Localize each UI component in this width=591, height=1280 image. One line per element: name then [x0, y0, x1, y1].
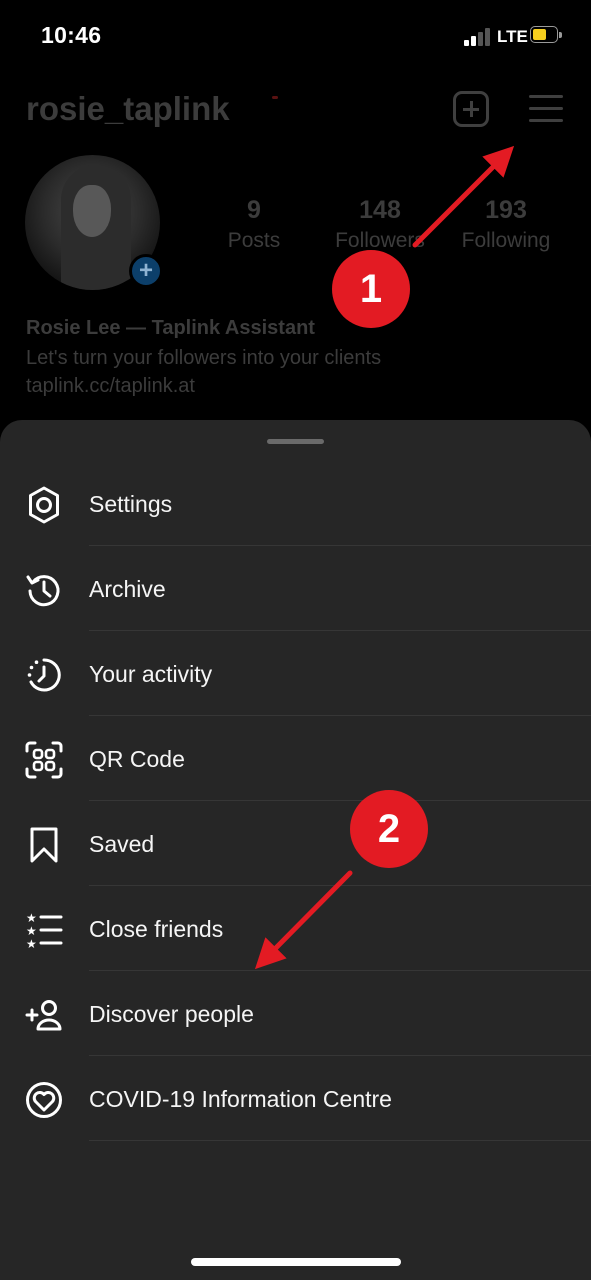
profile-username[interactable]: rosie_taplink: [26, 90, 230, 128]
menu-item-label: Archive: [89, 576, 166, 602]
menu-item-label: Your activity: [89, 661, 213, 687]
svg-text:★: ★: [26, 937, 37, 950]
settings-icon: [29, 486, 59, 524]
menu-item-discover-people[interactable]: Discover people: [0, 971, 591, 1056]
menu-item-close-friends[interactable]: ★ ★ ★ Close friends: [0, 886, 591, 971]
menu-item-settings[interactable]: Settings: [0, 461, 591, 546]
bio-name: Rosie Lee — Taplink Assistant: [26, 317, 315, 339]
menu-item-saved[interactable]: Saved: [0, 801, 591, 886]
menu-item-label: Saved: [89, 831, 155, 857]
add-post-icon[interactable]: [453, 91, 489, 127]
close-friends-icon: ★ ★ ★: [26, 911, 63, 950]
status-time: 10:46: [41, 22, 102, 48]
battery-icon: [530, 26, 562, 45]
stat-followers-label: Followers: [335, 229, 425, 252]
network-type: LTE: [497, 27, 528, 46]
menu-item-label: QR Code: [89, 746, 185, 772]
hamburger-menu-icon[interactable]: [529, 95, 563, 123]
add-story-icon[interactable]: +: [129, 254, 163, 288]
discover-people-icon: [25, 1000, 62, 1031]
menu-item-covid-info[interactable]: COVID-19 Information Centre: [0, 1056, 591, 1141]
menu-sheet: Settings Archive Your activity QR Code S…: [0, 420, 591, 1280]
profile-header: rosie_taplink + 9 Posts 148 Followers 19…: [0, 70, 591, 430]
menu-item-qr-code[interactable]: QR Code: [0, 716, 591, 801]
menu-item-label: Settings: [89, 491, 173, 517]
sheet-grabber[interactable]: [267, 439, 324, 444]
qr-code-icon: [25, 741, 63, 779]
activity-icon: [27, 658, 61, 692]
notification-dot: [272, 96, 278, 99]
bookmark-icon: [30, 827, 58, 863]
covid-info-icon: [26, 1082, 62, 1118]
stat-followers[interactable]: 148 Followers: [315, 196, 445, 253]
menu-item-label: Close friends: [89, 916, 224, 942]
menu-item-archive[interactable]: Archive: [0, 546, 591, 631]
status-bar: 10:46 LTE: [0, 0, 591, 70]
archive-icon: [26, 575, 60, 607]
stat-followers-count: 148: [359, 196, 401, 224]
bio-link[interactable]: taplink.cc/taplink.at: [26, 375, 195, 398]
stat-posts[interactable]: 9 Posts: [189, 196, 319, 253]
divider: [89, 1140, 591, 1141]
home-indicator[interactable]: [191, 1258, 401, 1266]
bio-text: Let's turn your followers into your clie…: [26, 347, 382, 369]
menu-item-your-activity[interactable]: Your activity: [0, 631, 591, 716]
stat-following-label: Following: [461, 229, 551, 252]
svg-text:★: ★: [26, 911, 37, 925]
signal-strength-icon: [464, 28, 492, 46]
menu-item-label: COVID-19 Information Centre: [89, 1086, 392, 1112]
stat-posts-count: 9: [247, 196, 261, 224]
stat-following-count: 193: [485, 196, 527, 224]
menu-item-label: Discover people: [89, 1001, 254, 1027]
stat-posts-label: Posts: [227, 229, 281, 252]
stat-following[interactable]: 193 Following: [441, 196, 571, 253]
svg-text:★: ★: [26, 924, 37, 938]
